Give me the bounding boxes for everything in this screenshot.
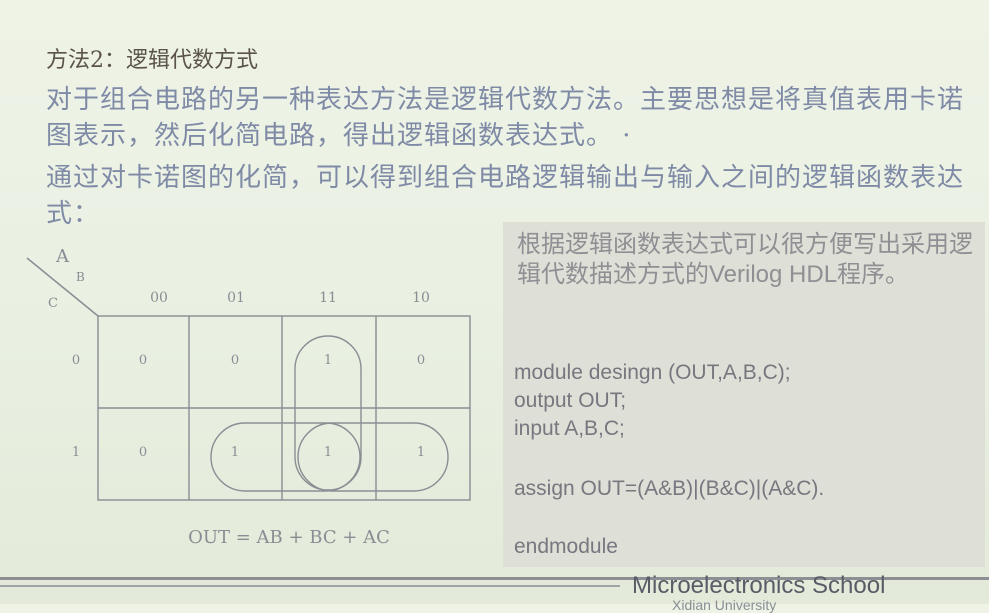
kmap-cell: 0 [139,445,147,460]
intro-paragraph: 对于组合电路的另一种表达方法是逻辑代数方法。主要思想是将真值表用卡诺图表示，然后… [46,85,965,151]
kmap-cell: 0 [231,353,239,368]
kmap-group-right [297,422,449,492]
code-line: input A,B,C; [514,417,625,440]
kmap-cell: 1 [324,353,332,368]
kmap-var-a: A [55,246,70,267]
kmap-row-header: 0 [72,353,80,368]
kmap-grid [97,315,471,501]
kmap-cell: 0 [417,353,425,368]
footer-university-name: Xidian University [672,597,777,613]
slide: { "slide": { "title": "方法2：逻辑代数方式", "par… [0,0,989,613]
code-line: output OUT; [514,389,627,412]
kmap-var-c: C [48,296,58,311]
kmap-col-header: 01 [227,290,245,306]
code-line: module desingn (OUT,A,B,C); [514,361,791,384]
code-line: endmodule [514,535,618,558]
kmap-col-header: 11 [319,290,337,306]
karnaugh-map: A B C 00 01 11 10 0 1 0 0 1 0 0 1 1 1 OU… [26,246,471,548]
footer-divider-secondary [0,585,620,587]
code-panel: 根据逻辑函数表达式可以很方便写出采用逻辑代数描述方式的Verilog HDL程序… [503,222,985,567]
kmap-cell: 1 [324,445,332,460]
kmap-row-header: 1 [72,445,80,460]
code-line: assign OUT=(A&B)|(B&C)|(A&C). [514,477,825,500]
footer-school-name: Microelectronics School [632,572,886,599]
kmap-cell: 1 [231,445,239,460]
kmap-cell: 1 [417,445,425,460]
slide-title: 方法2：逻辑代数方式 [46,48,258,73]
kmap-col-header: 10 [412,290,430,306]
kmap-var-b: B [76,270,85,284]
code-intro-text: 根据逻辑函数表达式可以很方便写出采用逻辑代数描述方式的Verilog HDL程序… [517,231,973,288]
kmap-col-header: 00 [150,290,168,306]
kmap-cell: 0 [139,353,147,368]
kmap-equation: OUT = AB + BC + AC [188,527,390,548]
